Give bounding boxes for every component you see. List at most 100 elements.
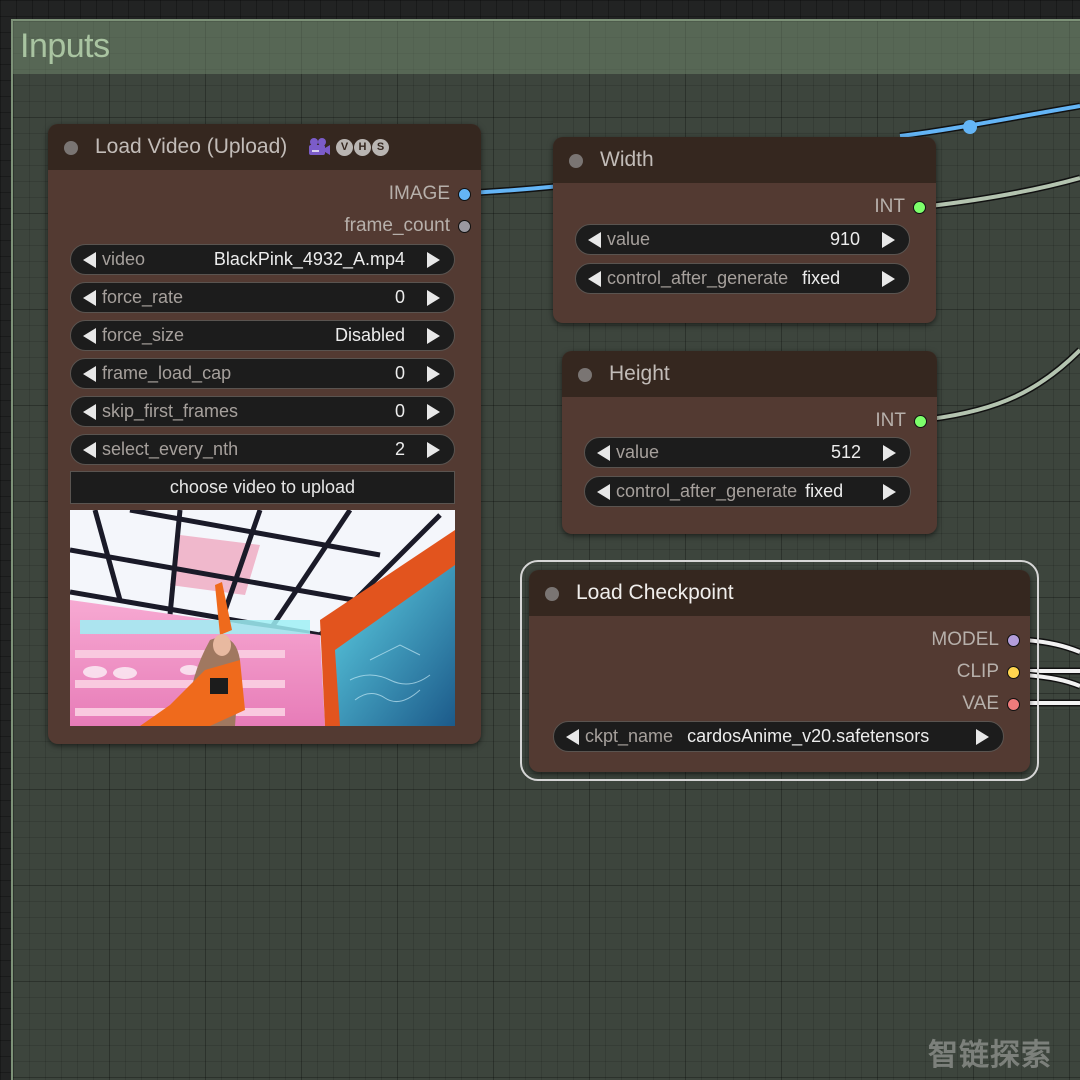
group-title: Inputs [20,27,110,65]
node-collapse-dot[interactable] [578,368,592,382]
decrement-arrow-icon[interactable] [83,441,96,458]
increment-arrow-icon[interactable] [882,231,895,248]
decrement-arrow-icon[interactable] [588,231,601,248]
decrement-arrow-icon[interactable] [83,403,96,420]
widget-value-text[interactable]: fixed [802,268,840,289]
node-title: Load Checkpoint [576,581,734,604]
widget-label: frame_load_cap [102,363,232,383]
widget-label: control_after_generate [607,268,789,288]
output-label: MODEL [931,629,999,650]
increment-arrow-icon[interactable] [427,327,440,344]
increment-arrow-icon[interactable] [427,403,440,420]
decrement-arrow-icon[interactable] [83,327,96,344]
widget-label: video [102,249,146,269]
widget-value-text[interactable]: fixed [805,481,843,502]
output-label: INT [874,196,905,217]
widget-label: value [616,442,660,462]
widget-label: force_rate [102,287,184,307]
decrement-arrow-icon[interactable] [597,444,610,461]
widget-label: force_size [102,325,185,345]
node-badges: V H S [307,137,389,157]
output-label: CLIP [956,661,999,682]
video-camera-icon [309,138,330,155]
widget-value[interactable]: value 910 [575,224,910,255]
decrement-arrow-icon[interactable] [83,365,96,382]
widget-frame-load-cap[interactable]: frame_load_cap 0 [70,358,455,389]
video-preview[interactable] [70,510,455,726]
node-collapse-dot[interactable] [569,154,583,168]
output-int[interactable]: INT [875,410,927,432]
widget-value[interactable]: BlackPink_4932_A.mp4 [214,249,405,270]
decrement-arrow-icon[interactable] [566,728,579,745]
widget-label: skip_first_frames [102,401,239,421]
node-collapse-dot[interactable] [545,587,559,601]
decrement-arrow-icon[interactable] [83,289,96,306]
node-load-checkpoint[interactable]: Load Checkpoint MODEL CLIP VAE ckpt_name… [529,570,1030,772]
badge-h: H [354,138,371,156]
widget-force-size[interactable]: force_size Disabled [70,320,455,351]
node-title: Load Video (Upload) [95,135,288,158]
increment-arrow-icon[interactable] [976,728,989,745]
node-header[interactable]: Width [553,137,936,183]
node-title: Height [609,362,670,385]
output-slot-model[interactable] [1007,633,1020,647]
output-label: IMAGE [388,183,450,204]
output-slot-frame-count[interactable] [458,219,471,233]
widget-select-every-nth[interactable]: select_every_nth 2 [70,434,455,465]
group-header[interactable]: Inputs [13,21,1080,74]
widget-value[interactable]: 0 [395,287,405,308]
widget-value-text[interactable]: 910 [830,229,860,250]
widget-value[interactable]: 0 [395,401,405,422]
output-slot-clip[interactable] [1007,665,1020,679]
increment-arrow-icon[interactable] [427,251,440,268]
widget-label: value [607,229,651,249]
decrement-arrow-icon[interactable] [83,251,96,268]
choose-video-upload-button[interactable]: choose video to upload [70,471,455,504]
output-vae[interactable]: VAE [962,693,1020,715]
widget-value-text[interactable]: 512 [831,442,861,463]
node-title: Width [600,148,654,171]
widget-value-text[interactable]: cardosAnime_v20.safetensors [687,726,929,747]
decrement-arrow-icon[interactable] [597,483,610,500]
increment-arrow-icon[interactable] [427,365,440,382]
output-slot-int[interactable] [914,414,927,428]
widget-label: control_after_generate [616,481,798,501]
output-frame-count[interactable]: frame_count [344,215,471,237]
increment-arrow-icon[interactable] [883,444,896,461]
video-preview-frame [70,510,455,726]
output-label: VAE [962,693,999,714]
increment-arrow-icon[interactable] [882,270,895,287]
widget-value[interactable]: 0 [395,363,405,384]
output-clip[interactable]: CLIP [957,661,1020,683]
node-header[interactable]: Height [562,351,937,397]
node-width[interactable]: Width INT value 910 control_after_genera… [553,137,936,323]
output-slot-int[interactable] [913,200,926,214]
output-image[interactable]: IMAGE [389,183,471,205]
widget-value[interactable]: Disabled [335,325,405,346]
widget-ckpt-name[interactable]: ckpt_name cardosAnime_v20.safetensors [553,721,1004,752]
node-height[interactable]: Height INT value 512 control_after_gener… [562,351,937,534]
output-slot-image[interactable] [458,187,471,201]
widget-control-after-generate[interactable]: control_after_generate fixed [584,476,911,507]
decrement-arrow-icon[interactable] [588,270,601,287]
badge-s: S [372,138,389,156]
node-header[interactable]: Load Checkpoint [529,570,1030,616]
node-load-video[interactable]: Load Video (Upload) V H S IMAGE frame_co… [48,124,481,744]
output-slot-vae[interactable] [1007,697,1020,711]
increment-arrow-icon[interactable] [427,289,440,306]
watermark: 智链探索 [928,1038,1052,1073]
widget-skip-first-frames[interactable]: skip_first_frames 0 [70,396,455,427]
widget-value[interactable]: value 512 [584,437,911,468]
widget-control-after-generate[interactable]: control_after_generate fixed [575,263,910,294]
node-header[interactable]: Load Video (Upload) V H S [48,124,481,170]
node-collapse-dot[interactable] [64,141,78,155]
widget-value[interactable]: 2 [395,439,405,460]
widget-label: ckpt_name [585,726,674,746]
increment-arrow-icon[interactable] [427,441,440,458]
increment-arrow-icon[interactable] [883,483,896,500]
widget-video[interactable]: video BlackPink_4932_A.mp4 [70,244,455,275]
badge-v: V [336,138,353,156]
output-int[interactable]: INT [874,196,926,218]
widget-force-rate[interactable]: force_rate 0 [70,282,455,313]
output-model[interactable]: MODEL [931,629,1020,651]
